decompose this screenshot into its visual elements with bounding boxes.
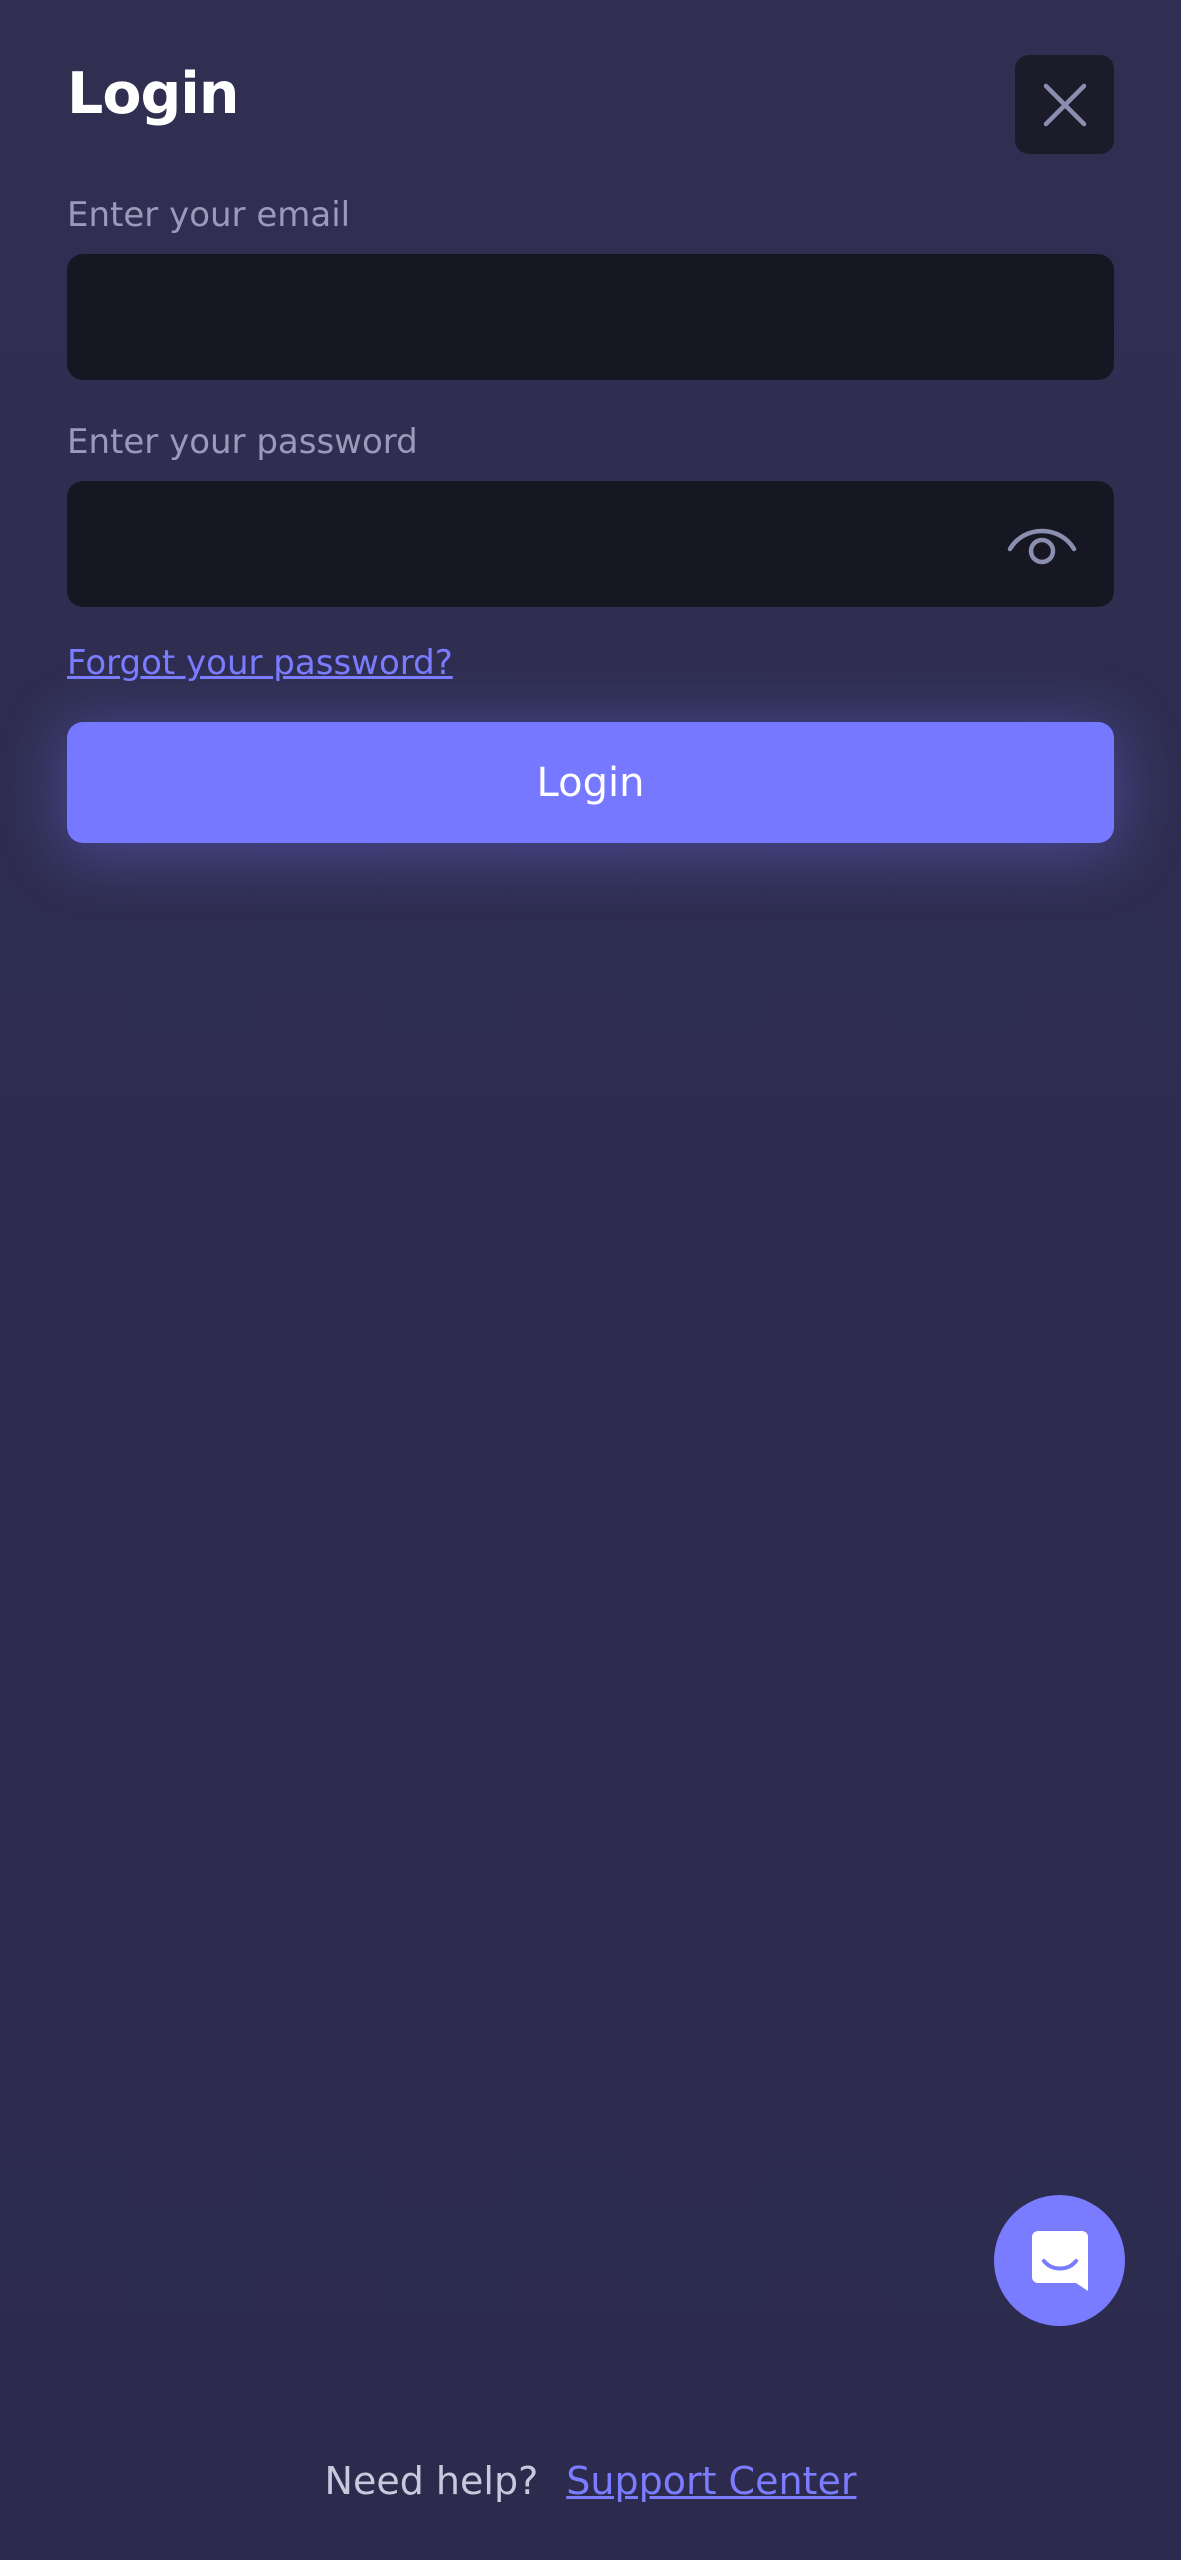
support-center-link[interactable]: Support Center [566,2459,856,2503]
email-field-container [67,254,1114,380]
password-label: Enter your password [67,422,418,462]
password-field[interactable] [67,481,1114,607]
login-page: Login Enter your email Enter your passwo… [0,0,1181,2560]
chat-icon [1031,2230,1088,2291]
page-title: Login [67,61,239,127]
email-label: Enter your email [67,195,351,235]
login-button[interactable]: Login [67,722,1114,843]
close-button[interactable] [1015,55,1114,154]
close-icon [1043,83,1086,126]
password-field-container [67,481,1114,607]
chat-button[interactable] [994,2195,1125,2326]
footer: Need help? Support Center [0,2462,1181,2500]
need-help-text: Need help? [324,2459,539,2503]
eye-icon[interactable] [1006,519,1078,569]
forgot-password-link[interactable]: Forgot your password? [67,646,453,680]
email-field[interactable] [67,254,1114,380]
